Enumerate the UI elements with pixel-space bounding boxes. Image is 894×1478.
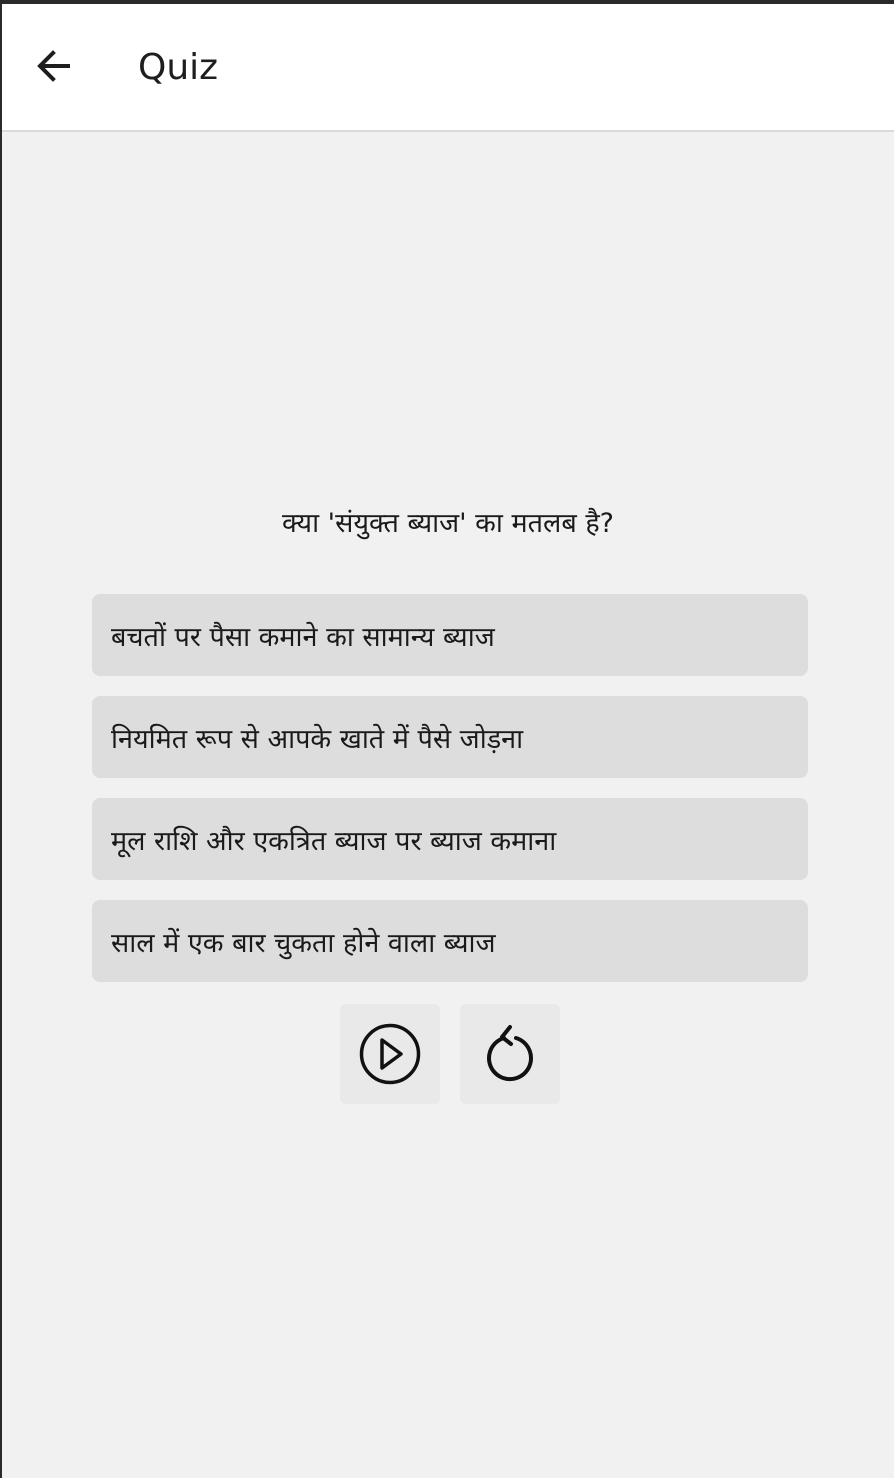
quiz-question: क्या 'संयुक्त ब्याज' का मतलब है?: [281, 508, 615, 539]
answer-option-1[interactable]: बचतों पर पैसा कमाने का सामान्य ब्याज: [92, 594, 808, 676]
answer-option-4[interactable]: साल में एक बार चुकता होने वाला ब्याज: [92, 900, 808, 982]
answer-option-label: नियमित रूप से आपके खाते में पैसे जोड़ना: [111, 723, 524, 755]
arrow-left-icon: [37, 50, 70, 82]
app-bar: Quiz: [2, 4, 894, 132]
restart-icon: [487, 1025, 533, 1082]
page-title: Quiz: [138, 47, 219, 88]
answer-option-label: मूल राशि और एकत्रित ब्याज पर ब्याज कमाना: [111, 825, 557, 857]
quiz-screen: Quiz क्या 'संयुक्त ब्याज' का मतलब है? बच…: [0, 0, 894, 1478]
answer-option-label: बचतों पर पैसा कमाने का सामान्य ब्याज: [111, 621, 495, 653]
answer-option-3[interactable]: मूल राशि और एकत्रित ब्याज पर ब्याज कमाना: [92, 798, 808, 880]
back-button[interactable]: [22, 34, 86, 98]
answer-option-2[interactable]: नियमित रूप से आपके खाते में पैसे जोड़ना: [92, 696, 808, 778]
play-circle-icon: [359, 1023, 421, 1085]
answer-option-label: साल में एक बार चुकता होने वाला ब्याज: [111, 927, 496, 959]
restart-button[interactable]: [460, 1004, 560, 1104]
play-button[interactable]: [340, 1004, 440, 1104]
